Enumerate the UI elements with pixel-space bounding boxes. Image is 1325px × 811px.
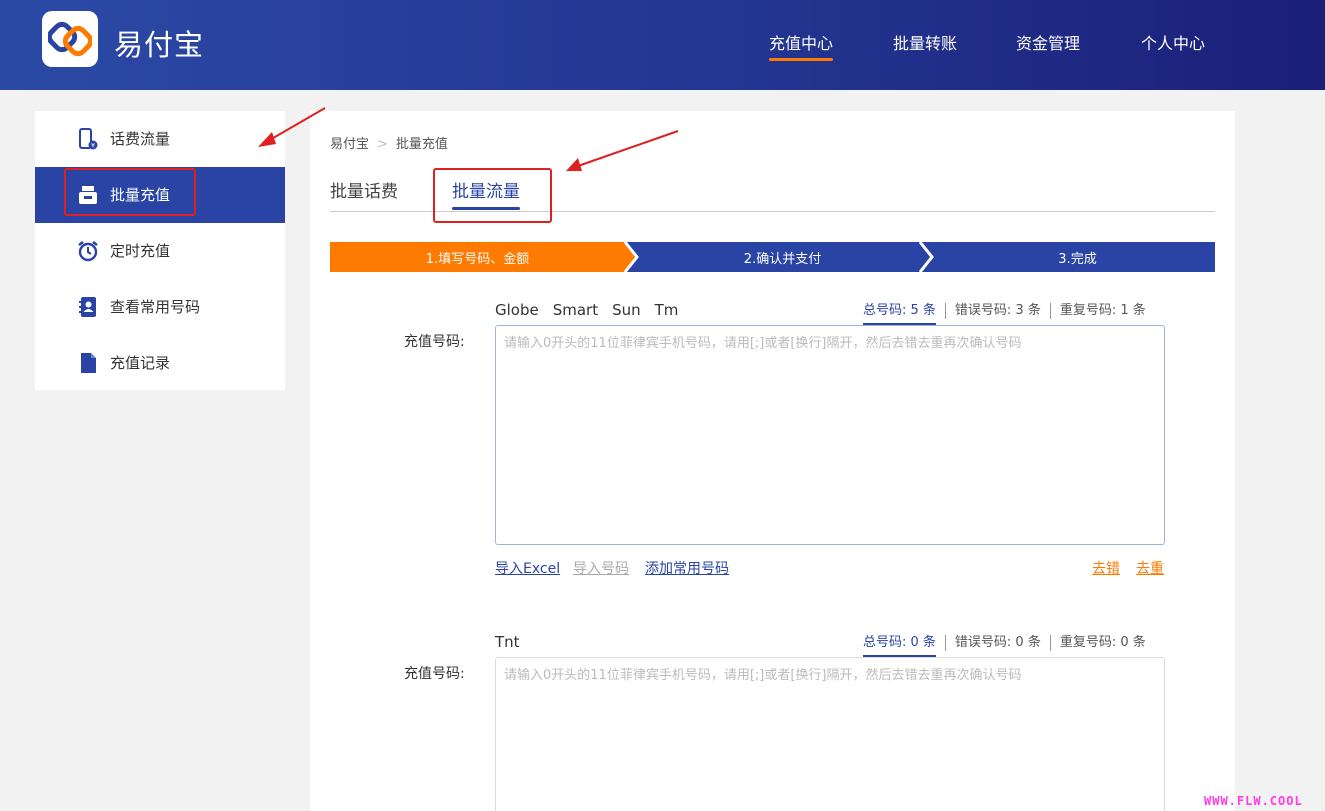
carrier-sun: Sun	[612, 301, 641, 319]
breadcrumb-current: 批量充值	[395, 137, 448, 152]
nav-item-batch-transfer[interactable]: 批量转账	[893, 30, 957, 54]
nav-item-personal-center[interactable]: 个人中心	[1141, 30, 1205, 54]
phone-recharge-icon: ¥	[79, 128, 98, 150]
sidebar-item-label: 查看常用号码	[110, 298, 201, 316]
carrier-tm: Tm	[654, 301, 679, 319]
recharge-number-label: 充值号码:	[404, 666, 465, 682]
import-excel-link[interactable]: 导入Excel	[495, 558, 560, 578]
add-common-numbers-link[interactable]: 添加常用号码	[645, 558, 729, 578]
remove-errors-link[interactable]: 去错	[1092, 558, 1120, 578]
stat-errors[interactable]: 错误号码: 3 条	[944, 303, 1050, 319]
number-stats: 总号码: 0 条 错误号码: 0 条 重复号码: 0 条	[863, 635, 1155, 658]
sidebar-item-recharge-records[interactable]: 充值记录	[35, 335, 285, 391]
sidebar-item-common-numbers[interactable]: 查看常用号码	[35, 279, 285, 335]
stat-total[interactable]: 总号码: 5 条	[863, 303, 945, 326]
remove-duplicates-link[interactable]: 去重	[1136, 558, 1164, 578]
sidebar-item-label: 充值记录	[110, 354, 171, 372]
breadcrumb-separator: >	[377, 137, 388, 152]
stat-total[interactable]: 总号码: 0 条	[863, 635, 945, 658]
import-numbers-link[interactable]: 导入号码	[573, 558, 629, 578]
step-fill-numbers: 1.填写号码、金额	[425, 251, 530, 267]
breadcrumb-home[interactable]: 易付宝	[330, 137, 369, 152]
document-icon	[81, 353, 96, 373]
svg-text:¥: ¥	[91, 143, 95, 150]
nav-item-fund-management[interactable]: 资金管理	[1016, 30, 1080, 54]
top-header: 易付宝 充值中心 批量转账 资金管理 个人中心	[0, 0, 1325, 90]
progress-steps: 1.填写号码、金额 2.确认并支付 3.完成	[330, 242, 1215, 272]
step-confirm-pay: 2.确认并支付	[743, 251, 822, 267]
stat-errors[interactable]: 错误号码: 0 条	[944, 635, 1050, 651]
stat-duplicates[interactable]: 重复号码: 0 条	[1049, 635, 1155, 651]
sidebar-item-scheduled-recharge[interactable]: 定时充值	[35, 223, 285, 279]
alarm-clock-icon	[78, 241, 98, 262]
contact-book-icon	[79, 297, 96, 317]
sidebar-item-label: 定时充值	[110, 242, 171, 260]
carrier-list: Globe Smart Sun Tm	[495, 301, 692, 319]
sidebar-item-phone-data[interactable]: ¥ 话费流量	[35, 111, 285, 167]
step-complete: 3.完成	[1058, 251, 1097, 267]
carrier-list: Tnt	[495, 633, 534, 651]
number-stats: 总号码: 5 条 错误号码: 3 条 重复号码: 1 条	[863, 303, 1155, 326]
breadcrumb: 易付宝 > 批量充值	[330, 133, 448, 152]
recharge-numbers-input[interactable]	[495, 325, 1165, 545]
watermark: WWW.FLW.COOL	[1204, 794, 1303, 808]
stat-duplicates[interactable]: 重复号码: 1 条	[1049, 303, 1155, 319]
carrier-tnt: Tnt	[495, 633, 520, 651]
highlight-box	[433, 168, 552, 223]
tab-batch-phone-credit[interactable]: 批量话费	[330, 177, 398, 202]
recharge-numbers-input[interactable]	[495, 657, 1165, 811]
carrier-smart: Smart	[552, 301, 599, 319]
top-nav: 充值中心 批量转账 资金管理 个人中心	[0, 30, 1325, 70]
carrier-globe: Globe	[495, 301, 539, 319]
highlight-box	[64, 168, 196, 216]
sidebar: ¥ 话费流量 批量充值 定时充值 查看常用号码 充值记录	[35, 111, 285, 390]
nav-item-recharge-center[interactable]: 充值中心	[769, 30, 834, 61]
recharge-number-label: 充值号码:	[404, 334, 465, 350]
sidebar-item-label: 话费流量	[110, 130, 171, 148]
